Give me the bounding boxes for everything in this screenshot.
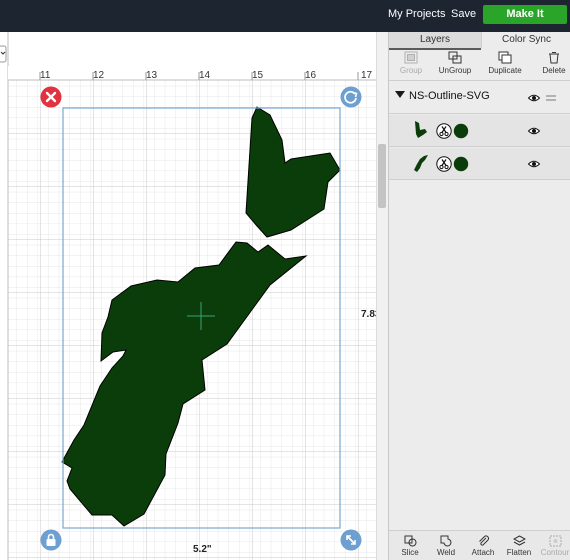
weld-label: Weld xyxy=(436,548,456,557)
layer-color-swatch[interactable] xyxy=(453,156,469,172)
contour-label: Contour xyxy=(540,548,570,557)
group-icon xyxy=(404,51,418,64)
paperclip-icon xyxy=(478,535,489,546)
slice-icon xyxy=(404,535,416,547)
eye-icon[interactable] xyxy=(528,160,540,168)
eye-icon[interactable] xyxy=(528,127,540,135)
layers-tab-underline xyxy=(389,48,481,50)
ns-cape-breton-shape[interactable] xyxy=(245,106,341,238)
design-canvas[interactable]: 11 12 13 14 15 16 17 5.2" 7.83 xyxy=(0,32,388,560)
expand-triangle-icon[interactable] xyxy=(395,91,405,98)
flatten-icon xyxy=(512,535,526,546)
layer-row[interactable] xyxy=(389,115,570,147)
make-it-button[interactable]: Make It xyxy=(483,5,567,24)
ungroup-button[interactable]: UnGroup xyxy=(433,51,477,75)
slice-button[interactable]: Slice xyxy=(393,535,427,557)
group-label: Group xyxy=(399,66,423,75)
group-button[interactable]: Group xyxy=(389,51,433,75)
layer-color-swatch[interactable] xyxy=(453,123,469,139)
canvas-scrollbar-track[interactable] xyxy=(376,32,388,560)
rotate-handle-icon[interactable] xyxy=(340,86,362,108)
layers-panel: Layers Color Sync Group UnGroup Duplicat… xyxy=(388,32,570,560)
drag-handle-icon[interactable] xyxy=(546,95,556,101)
top-bar: My Projects Save Make It xyxy=(0,0,570,32)
trash-icon xyxy=(549,52,559,64)
attach-label: Attach xyxy=(471,548,495,557)
layer-group-row[interactable]: NS-Outline-SVG xyxy=(389,82,570,114)
resize-handle-icon[interactable] xyxy=(340,529,362,551)
delete-handle-icon[interactable] xyxy=(40,86,62,108)
width-dimension-label: 5.2" xyxy=(193,544,212,555)
flatten-label: Flatten xyxy=(506,548,532,557)
cut-scissors-icon[interactable] xyxy=(436,123,452,139)
lock-handle-icon[interactable] xyxy=(40,529,62,551)
delete-button[interactable]: Delete xyxy=(532,51,570,75)
attach-button[interactable]: Attach xyxy=(466,535,500,557)
ns-mainland-shape[interactable] xyxy=(61,241,308,527)
group-name: NS-Outline-SVG xyxy=(409,90,490,102)
canvas-scrollbar-thumb[interactable] xyxy=(378,144,386,208)
save-link[interactable]: Save xyxy=(451,8,476,20)
my-projects-link[interactable]: My Projects xyxy=(388,8,445,20)
layer-thumbnail-icon xyxy=(414,155,428,172)
duplicate-icon xyxy=(498,51,512,64)
weld-button[interactable]: Weld xyxy=(429,535,463,557)
tab-color-sync[interactable]: Color Sync xyxy=(481,32,570,48)
tab-layers[interactable]: Layers xyxy=(389,32,481,48)
duplicate-label: Duplicate xyxy=(488,66,522,75)
layer-row[interactable] xyxy=(389,148,570,180)
weld-icon xyxy=(440,535,451,547)
duplicate-button[interactable]: Duplicate xyxy=(483,51,527,75)
bottom-toolbar: Slice Weld Attach Flatten Contour xyxy=(389,530,570,560)
slice-label: Slice xyxy=(401,548,419,557)
cut-scissors-icon[interactable] xyxy=(436,156,452,172)
contour-icon xyxy=(549,535,561,547)
ungroup-icon xyxy=(448,51,462,64)
toolbar-divider xyxy=(389,80,570,81)
contour-button[interactable]: Contour xyxy=(538,535,570,557)
delete-label: Delete xyxy=(542,66,566,75)
layer-thumbnail-icon xyxy=(415,121,427,138)
flatten-button[interactable]: Flatten xyxy=(502,535,536,557)
ungroup-label: UnGroup xyxy=(438,66,472,75)
eye-icon[interactable] xyxy=(528,94,540,102)
